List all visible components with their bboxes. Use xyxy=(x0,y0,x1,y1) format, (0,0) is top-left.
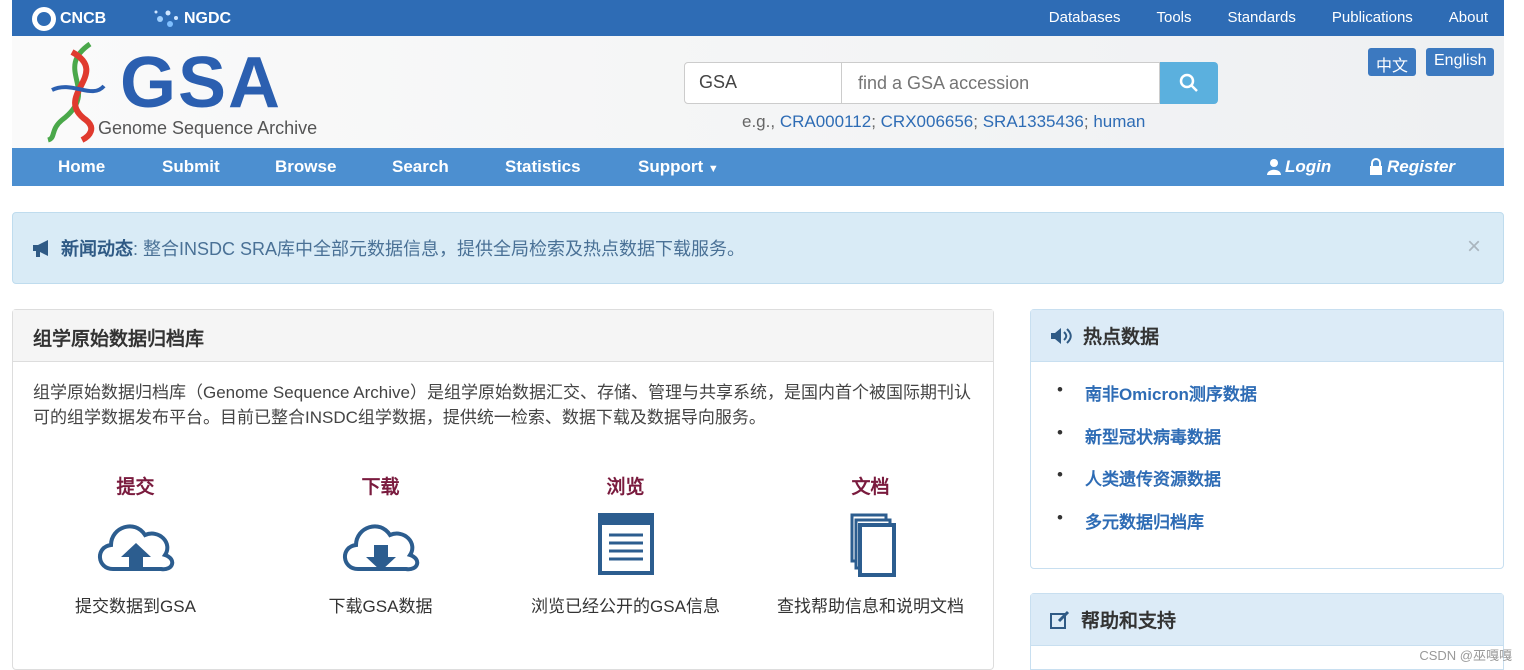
user-icon xyxy=(1267,159,1281,175)
search-input[interactable] xyxy=(842,62,1160,104)
login-link[interactable]: Login xyxy=(1266,157,1331,177)
gsa-logo-subtitle: Genome Sequence Archive xyxy=(98,118,318,138)
topnav-publications[interactable]: Publications xyxy=(1332,9,1413,26)
nav-search[interactable]: Search xyxy=(392,157,449,177)
search-examples: e.g., CRA000112; CRX006656; SRA1335436; … xyxy=(742,112,1146,131)
ngdc-label: NGDC xyxy=(184,10,232,27)
feature-submit[interactable]: 提交 提交数据到GSA xyxy=(13,472,258,617)
nav-support[interactable]: Support ▼ xyxy=(638,157,719,177)
search-button[interactable] xyxy=(1160,62,1218,104)
gsa-logo[interactable]: GSA Genome Sequence Archive xyxy=(42,40,342,144)
archive-panel: 组学原始数据归档库 组学原始数据归档库（Genome Sequence Arch… xyxy=(12,309,994,670)
topnav-databases[interactable]: Databases xyxy=(1049,9,1121,26)
help-title: 帮助和支持 xyxy=(1081,611,1177,632)
help-header: 帮助和支持 xyxy=(1031,594,1503,646)
nav-submit[interactable]: Submit xyxy=(162,157,220,177)
search-icon xyxy=(1179,73,1198,92)
lang-en-button[interactable]: English xyxy=(1426,48,1495,76)
lang-zh-button[interactable]: 中文 xyxy=(1368,48,1417,76)
site-header: GSA Genome Sequence Archive GSA e.g., CR… xyxy=(12,36,1504,148)
volume-icon xyxy=(1051,327,1072,344)
top-nav: Databases Tools Standards Publications A… xyxy=(1013,9,1488,26)
feature-download-title: 下载 xyxy=(361,477,400,498)
edit-icon xyxy=(1050,610,1070,629)
example-human[interactable]: human xyxy=(1093,112,1145,131)
hot-data-list: 南非Omicron测序数据 新型冠状病毒数据 人类遗传资源数据 多元数据归档库 xyxy=(1057,380,1257,550)
hot-item-human-genetic[interactable]: 人类遗传资源数据 xyxy=(1057,465,1257,508)
nav-statistics[interactable]: Statistics xyxy=(505,157,581,177)
feature-download-desc: 下载GSA数据 xyxy=(328,597,433,616)
nav-home[interactable]: Home xyxy=(58,157,105,177)
hot-item-sars-cov-2[interactable]: 新型冠状病毒数据 xyxy=(1057,423,1257,466)
topnav-tools[interactable]: Tools xyxy=(1156,9,1191,26)
news-alert: 新闻动态: 整合INSDC SRA库中全部元数据信息，提供全局检索及热点数据下载… xyxy=(12,212,1504,284)
archive-panel-title: 组学原始数据归档库 xyxy=(13,310,993,362)
login-label: Login xyxy=(1285,157,1332,176)
browser-window-icon xyxy=(597,513,654,575)
hot-item-multi-archive[interactable]: 多元数据归档库 xyxy=(1057,508,1257,551)
cncb-label: CNCB xyxy=(60,10,107,27)
cloud-upload-icon xyxy=(97,524,174,572)
news-text: : 整合INSDC SRA库中全部元数据信息，提供全局检索及热点数据下载服务。 xyxy=(133,239,746,259)
topnav-standards[interactable]: Standards xyxy=(1228,9,1296,26)
nav-browse[interactable]: Browse xyxy=(275,157,336,177)
search-bar: GSA xyxy=(684,62,1218,104)
topnav-about[interactable]: About xyxy=(1449,9,1488,26)
top-bar: CNCB NGDC Databases Tools Standards Publ… xyxy=(12,0,1504,36)
megaphone-icon xyxy=(33,240,48,257)
nav-support-label: Support xyxy=(638,157,704,176)
hot-item-omicron[interactable]: 南非Omicron测序数据 xyxy=(1057,380,1257,423)
feature-submit-title: 提交 xyxy=(116,477,155,498)
cloud-download-icon xyxy=(342,524,419,572)
feature-submit-desc: 提交数据到GSA xyxy=(75,597,196,616)
hot-data-panel: 热点数据 南非Omicron测序数据 新型冠状病毒数据 人类遗传资源数据 多元数… xyxy=(1030,309,1504,569)
ngdc-link[interactable]: NGDC xyxy=(152,7,231,31)
feature-browse-desc: 浏览已经公开的GSA信息 xyxy=(531,597,720,616)
register-label: Register xyxy=(1387,157,1456,176)
main-nav: Home Submit Browse Search Statistics Sup… xyxy=(12,148,1504,186)
example-cra[interactable]: CRA000112 xyxy=(780,112,871,131)
register-link[interactable]: Register xyxy=(1368,157,1455,177)
watermark: CSDN @巫嘎嘎 xyxy=(1419,648,1512,663)
lock-icon xyxy=(1370,158,1382,175)
news-title: 新闻动态 xyxy=(61,239,133,259)
gsa-logo-text: GSA xyxy=(120,43,283,123)
documents-icon xyxy=(850,513,896,577)
feature-docs-title: 文档 xyxy=(851,477,890,498)
caret-down-icon: ▼ xyxy=(707,163,719,175)
archive-description: 组学原始数据归档库（Genome Sequence Archive）是组学原始数… xyxy=(33,383,971,427)
feature-download[interactable]: 下载 下载GSA数据 xyxy=(258,472,503,617)
feature-docs[interactable]: 文档 查找帮助信息和说明文档 xyxy=(748,472,993,617)
example-crx[interactable]: CRX006656 xyxy=(881,112,974,131)
news-message: 新闻动态: 整合INSDC SRA库中全部元数据信息，提供全局检索及热点数据下载… xyxy=(31,235,745,261)
feature-browse[interactable]: 浏览 浏览已经公开的GSA信息 xyxy=(503,472,748,617)
search-type-select[interactable]: GSA xyxy=(684,62,842,104)
hot-data-title: 热点数据 xyxy=(1083,327,1160,348)
feature-docs-desc: 查找帮助信息和说明文档 xyxy=(777,597,964,616)
examples-prefix: e.g., xyxy=(742,112,776,131)
feature-browse-title: 浏览 xyxy=(606,477,645,498)
cncb-link[interactable]: CNCB xyxy=(32,7,106,31)
ngdc-logo-icon xyxy=(154,10,178,27)
example-sra[interactable]: SRA1335436 xyxy=(983,112,1084,131)
hot-data-header: 热点数据 xyxy=(1031,310,1503,362)
cncb-logo-icon xyxy=(32,7,56,31)
close-icon[interactable]: × xyxy=(1467,233,1481,261)
